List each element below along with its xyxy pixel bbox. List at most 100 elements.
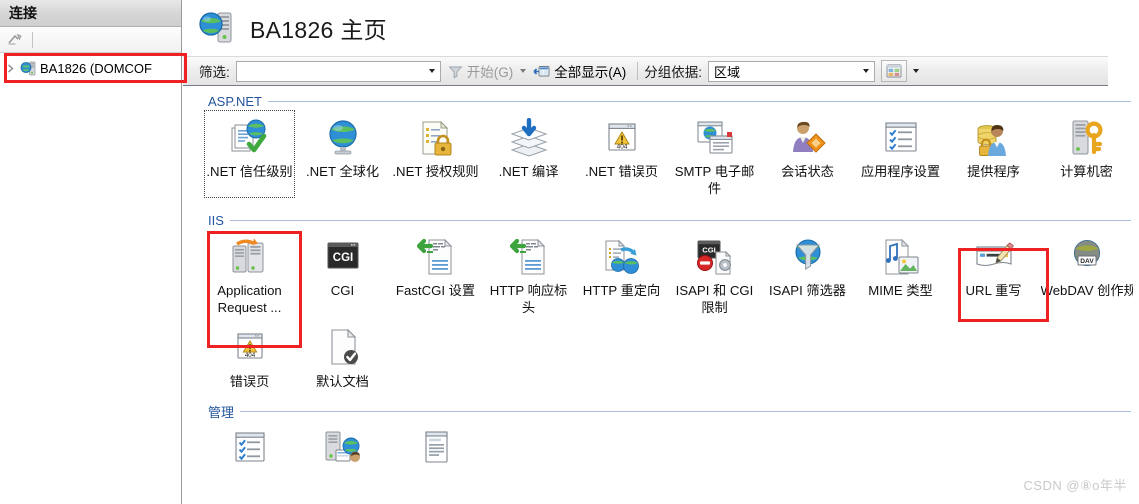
feature-label: ISAPI 筛选器 <box>769 283 846 298</box>
application-request-routing-icon <box>228 235 272 279</box>
dotnet-trust-levels-icon <box>228 116 272 160</box>
isapi-cgi-restrictions-icon: CGI <box>693 235 737 279</box>
connections-pane: 连接 BA1826 (DOMCOF <box>0 0 187 504</box>
shared-configuration-icon <box>321 426 365 470</box>
group-name: IIS <box>208 212 224 228</box>
feature-dotnet-trust-levels[interactable]: .NET 信任级别 <box>203 110 296 198</box>
funnel-icon <box>448 64 463 79</box>
feature-dotnet-authorization-rules[interactable]: .NET 授权规则 <box>389 110 482 197</box>
page-title: BA1826 主页 <box>250 17 387 43</box>
feature-group-aspnet: ASP.NET .NET 信任级别 .NET 全球化 .NET 授权规则 .NE… <box>200 92 1139 198</box>
feature-error-pages[interactable]: 404 错误页 <box>203 320 296 390</box>
feature-label: 应用程序设置 <box>860 164 941 179</box>
feature-row: Application Request ... CGI CGI FastCGI … <box>200 229 1139 316</box>
feature-group-management: 管理 <box>200 402 1139 473</box>
filter-toolbar: 筛选: 开始(G) 全部显示(A) 分组依据: 区域 <box>183 56 1108 86</box>
view-mode-button[interactable] <box>881 60 908 82</box>
connections-title: 连接 <box>0 0 181 27</box>
toolbar-separator <box>32 31 33 48</box>
svg-text:DAV: DAV <box>1080 258 1094 265</box>
feature-label: .NET 编译 <box>498 164 559 179</box>
feature-dotnet-compilation[interactable]: .NET 编译 <box>482 110 575 197</box>
feature-dotnet-error-pages[interactable]: 404 .NET 错误页 <box>575 110 668 197</box>
group-by-dropdown-button[interactable] <box>858 60 876 82</box>
feature-label: 默认文档 <box>316 374 369 389</box>
smtp-email-icon <box>693 116 737 160</box>
machine-key-icon <box>1065 116 1109 160</box>
isapi-filters-icon <box>786 235 830 279</box>
content-pane: BA1826 主页 筛选: 开始(G) 全部显示(A) 分组依据: 区域 ASP… <box>183 0 1139 504</box>
url-rewrite-icon <box>972 235 1016 279</box>
feature-http-response-headers[interactable]: HTTP 响应标头 <box>482 229 575 316</box>
feature-application-request-routing[interactable]: Application Request ... <box>203 229 296 316</box>
go-button[interactable]: 开始(G) <box>441 59 521 83</box>
cgi-icon: CGI <box>321 235 365 279</box>
features-board: ASP.NET .NET 信任级别 .NET 全球化 .NET 授权规则 .NE… <box>183 86 1139 500</box>
http-redirect-icon <box>600 235 644 279</box>
feature-cgi[interactable]: CGI CGI <box>296 229 389 316</box>
connect-to-server-icon[interactable] <box>6 31 24 49</box>
feature-label: HTTP 响应标头 <box>489 283 568 315</box>
chevron-down-icon <box>428 69 435 73</box>
feature-label: CGI <box>330 283 355 298</box>
feature-webdav-authoring-rules[interactable]: DAV WebDAV 创作规 <box>1040 229 1133 316</box>
svg-text:CGI: CGI <box>702 246 716 255</box>
feature-configuration-editor[interactable] <box>203 420 296 473</box>
group-header: IIS <box>200 211 1139 229</box>
svg-text:CGI: CGI <box>332 252 352 264</box>
feature-label: .NET 授权规则 <box>392 164 479 179</box>
group-header: 管理 <box>200 402 1139 420</box>
feature-smtp-email[interactable]: SMTP 电子邮件 <box>668 110 761 197</box>
filter-input[interactable] <box>235 60 424 82</box>
feature-label: .NET 信任级别 <box>206 164 293 179</box>
tree-node-label: BA1826 (DOMCOF <box>40 60 152 76</box>
show-all-label: 全部显示(A) <box>554 65 627 80</box>
feature-session-state[interactable]: 会话状态 <box>761 110 854 197</box>
feature-isapi-cgi-restrictions[interactable]: CGI ISAPI 和 CGI 限制 <box>668 229 761 316</box>
filter-dropdown-button[interactable] <box>423 60 441 82</box>
fastcgi-settings-icon <box>414 235 458 279</box>
feature-label: .NET 全球化 <box>305 164 380 179</box>
feature-delegation-icon <box>414 426 458 470</box>
feature-label: .NET 错误页 <box>584 164 659 179</box>
feature-default-document[interactable]: 默认文档 <box>296 320 389 390</box>
feature-label: 提供程序 <box>967 164 1020 179</box>
dotnet-authorization-rules-icon <box>414 116 458 160</box>
feature-dotnet-globalization[interactable]: .NET 全球化 <box>296 110 389 197</box>
session-state-icon <box>786 116 830 160</box>
feature-row: .NET 信任级别 .NET 全球化 .NET 授权规则 .NET 编译 404… <box>200 110 1139 198</box>
server-globe-icon <box>198 9 236 47</box>
mime-types-icon <box>879 235 923 279</box>
feature-row: 404 错误页 默认文档 <box>200 320 1139 390</box>
providers-icon <box>972 116 1016 160</box>
feature-url-rewrite[interactable]: URL 重写 <box>947 229 1040 316</box>
iis-manager-window: 连接 BA1826 (DOMCOF BA1826 主页 筛选: 开始(G) 全部… <box>0 0 1139 504</box>
feature-label: 计算机密 <box>1060 164 1113 179</box>
tree-node-server[interactable]: BA1826 (DOMCOF <box>0 57 181 79</box>
chevron-down-icon <box>863 69 870 73</box>
webdav-authoring-rules-icon: DAV <box>1065 235 1109 279</box>
feature-feature-delegation[interactable] <box>389 420 482 473</box>
group-name: 管理 <box>208 404 235 420</box>
group-header: ASP.NET <box>200 92 1139 110</box>
feature-providers[interactable]: 提供程序 <box>947 110 1040 197</box>
feature-mime-types[interactable]: MIME 类型 <box>854 229 947 316</box>
feature-machine-key[interactable]: 计算机密 <box>1040 110 1133 197</box>
chevron-down-icon[interactable] <box>913 69 920 73</box>
feature-shared-configuration[interactable] <box>296 420 389 473</box>
svg-text:404: 404 <box>616 144 627 151</box>
configuration-editor-icon <box>228 426 272 470</box>
show-all-icon <box>533 64 550 79</box>
feature-application-settings[interactable]: 应用程序设置 <box>854 110 947 197</box>
chevron-right-icon[interactable] <box>4 62 17 75</box>
watermark: CSDN @⑧o年半 <box>1023 478 1127 493</box>
feature-fastcgi-settings[interactable]: FastCGI 设置 <box>389 229 482 316</box>
svg-text:404: 404 <box>244 352 255 359</box>
feature-http-redirect[interactable]: HTTP 重定向 <box>575 229 668 316</box>
go-label: 开始(G) <box>466 65 514 80</box>
show-all-button[interactable]: 全部显示(A) <box>526 59 633 83</box>
dotnet-globalization-icon <box>321 116 365 160</box>
feature-isapi-filters[interactable]: ISAPI 筛选器 <box>761 229 854 316</box>
group-by-select[interactable]: 区域 <box>708 60 859 82</box>
feature-row <box>200 420 1139 473</box>
